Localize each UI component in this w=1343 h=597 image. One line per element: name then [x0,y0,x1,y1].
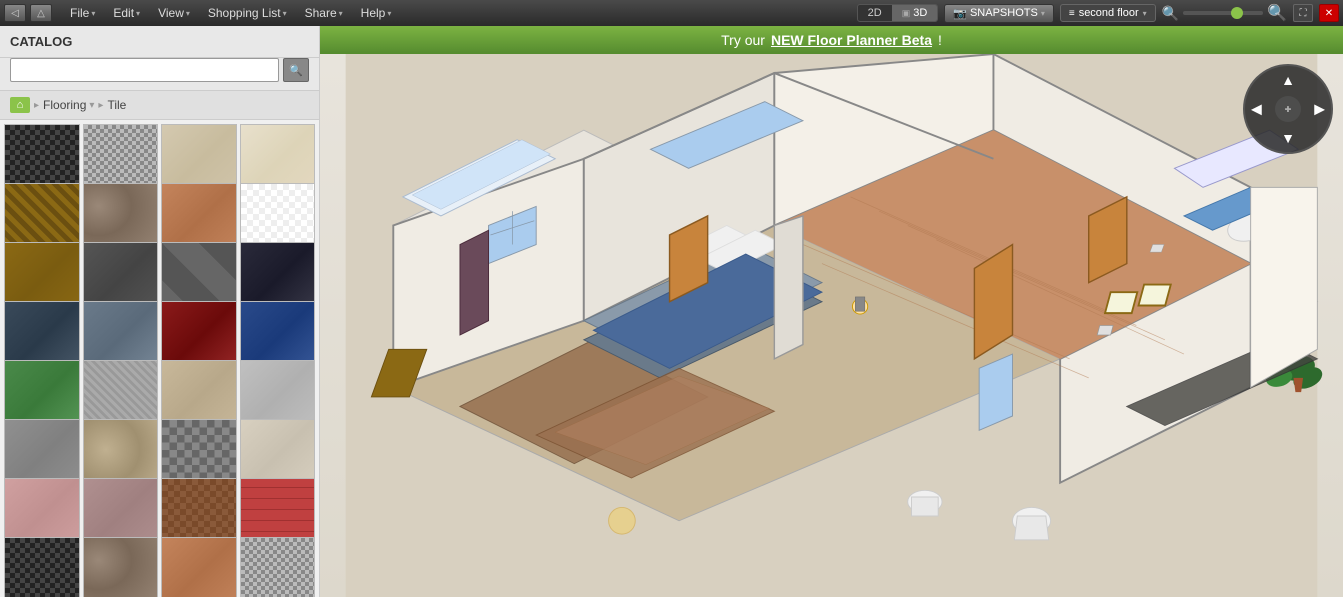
promo-link[interactable]: NEW Floor Planner Beta [771,32,932,48]
nav-up-button[interactable]: ▲ [1281,72,1295,88]
home-button[interactable]: △ [30,4,52,22]
zoom-slider[interactable] [1183,11,1263,15]
search-button[interactable]: 🔍 [283,58,309,82]
flooring-arrow-icon: ▾ [89,100,94,111]
breadcrumb-arrow-2: ▸ [98,100,103,111]
close-icon: ✕ [1325,8,1333,19]
menubar: ◁ △ File ▾ Edit ▾ View ▾ Shopping List ▾… [0,0,1343,26]
tile-item[interactable] [83,537,159,597]
promo-text: Try our [721,32,765,48]
fullscreen-button[interactable]: ⛶ [1293,4,1313,22]
search-input[interactable] [10,58,279,82]
file-arrow-icon: ▾ [91,9,95,18]
right-panel: Try our NEW Floor Planner Beta ! [320,26,1343,597]
tile-item[interactable] [240,537,316,597]
logo-buttons: ◁ △ [4,4,52,22]
edit-arrow-icon: ▾ [136,9,140,18]
catalog-header: CATALOG [0,26,319,58]
main-layout: CATALOG 🔍 ⌂ ▸ Flooring ▾ ▸ Tile [0,26,1343,597]
view-arrow-icon: ▾ [186,9,190,18]
home-icon: ⌂ [17,99,24,111]
nav-right-button[interactable]: ▶ [1314,101,1325,118]
room-view [320,54,1343,597]
zoom-control: 🔍 🔍 [1162,3,1287,23]
menu-shopping-list[interactable]: Shopping List ▾ [200,4,295,22]
breadcrumb-arrow-1: ▸ [34,100,39,111]
help-arrow-icon: ▾ [387,9,391,18]
nav-wheel: ▲ ◀ ▶ ▼ ✛ [1243,64,1333,154]
share-arrow-icon: ▾ [339,9,343,18]
floor-layers-icon: ≡ [1069,8,1075,19]
menubar-right: 2D ▣ 3D 📷 SNAPSHOTS ▾ ≡ second floor ▾ 🔍… [857,3,1339,23]
view-2d-button[interactable]: 2D [858,5,892,21]
menu-view[interactable]: View ▾ [150,4,198,22]
menu-edit[interactable]: Edit ▾ [105,4,148,22]
search-icon: 🔍 [289,64,303,77]
tile-grid [0,120,319,597]
zoom-in-icon[interactable]: 🔍 [1267,3,1287,23]
nav-circle: ▲ ◀ ▶ ▼ ✛ [1243,64,1333,154]
zoom-out-icon[interactable]: 🔍 [1162,5,1179,22]
nav-left-button[interactable]: ◀ [1251,101,1262,118]
snapshots-arrow-icon: ▾ [1041,9,1045,18]
menu-file[interactable]: File ▾ [62,4,103,22]
tile-item[interactable] [161,537,237,597]
breadcrumb-home[interactable]: ⌂ [10,97,30,113]
floor-arrow-icon: ▾ [1143,9,1147,18]
tile-item[interactable] [4,537,80,597]
view-toggle: 2D ▣ 3D [857,4,939,22]
breadcrumb-flooring[interactable]: Flooring ▾ [43,98,94,112]
breadcrumb-nav: ⌂ ▸ Flooring ▾ ▸ Tile [0,91,319,120]
back-button[interactable]: ◁ [4,4,26,22]
catalog-title: CATALOG [10,34,72,49]
fullscreen-icon: ⛶ [1300,8,1307,19]
close-button[interactable]: ✕ [1319,4,1339,22]
snapshots-button[interactable]: 📷 SNAPSHOTS ▾ [944,4,1054,23]
left-panel: CATALOG 🔍 ⌂ ▸ Flooring ▾ ▸ Tile [0,26,320,597]
promo-banner: Try our NEW Floor Planner Beta ! [320,26,1343,54]
menu-share[interactable]: Share ▾ [297,4,351,22]
shopping-arrow-icon: ▾ [283,9,287,18]
floor-selector[interactable]: ≡ second floor ▾ [1060,4,1156,22]
3d-icon: ▣ [902,8,911,19]
nav-center-icon: ✛ [1285,105,1292,114]
floor-plan-svg [320,54,1343,597]
view-3d-button[interactable]: ▣ 3D [892,5,938,21]
menu-help[interactable]: Help ▾ [353,4,400,22]
nav-down-button[interactable]: ▼ [1281,130,1295,146]
breadcrumb-tile[interactable]: Tile [107,98,126,112]
zoom-thumb[interactable] [1231,7,1243,19]
camera-icon: 📷 [953,7,967,20]
search-box: 🔍 [0,58,319,91]
promo-suffix: ! [938,32,942,48]
nav-center[interactable]: ✛ [1275,96,1301,122]
